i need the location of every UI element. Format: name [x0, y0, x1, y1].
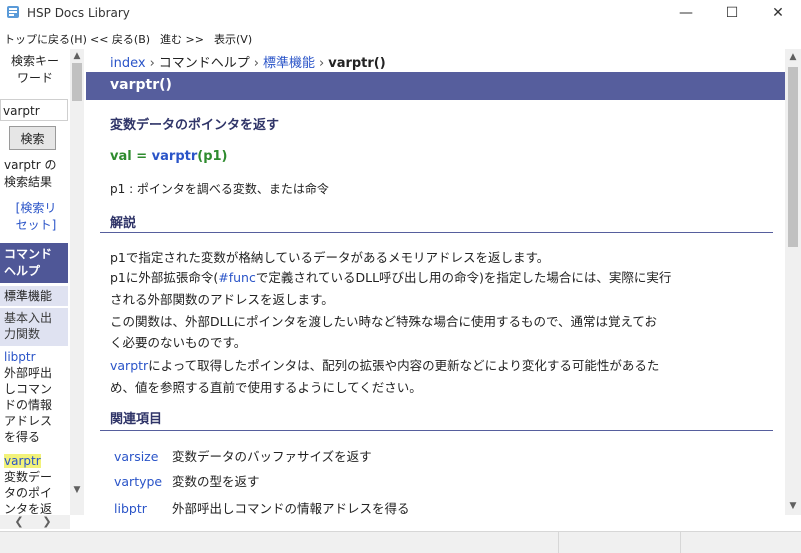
status-bar	[0, 531, 801, 553]
scroll-left-icon[interactable]: ❮	[12, 515, 26, 529]
sidebar-hscrollbar[interactable]: ❮ ❯	[0, 515, 70, 529]
sidebar-item-command-help[interactable]: コマンド ヘルプ	[0, 243, 68, 283]
basic-io-line2: 力関数	[4, 327, 41, 341]
varptr-link[interactable]: varptr	[4, 454, 41, 468]
related-desc: 変数の型を返す	[172, 474, 260, 489]
search-input[interactable]: varptr	[0, 99, 68, 121]
breadcrumb-standard-link[interactable]: 標準機能	[263, 56, 315, 71]
libptr-desc-line: アドレス	[4, 414, 53, 428]
sidebar-item-basic-io[interactable]: 基本入出 力関数	[0, 308, 68, 346]
libptr-desc-line: ドの情報	[4, 398, 53, 412]
close-button[interactable]: ✕	[755, 0, 801, 26]
maximize-button[interactable]: ☐	[709, 0, 755, 26]
varptr-desc-line: 変数デー	[4, 470, 53, 484]
app-icon	[7, 6, 19, 18]
description-line: される外部関数のアドレスを返します。	[110, 292, 334, 307]
command-help-line1: コマンド	[4, 247, 53, 261]
sidebar-scroll-thumb[interactable]	[72, 63, 82, 101]
syntax-function: varptr	[151, 149, 198, 164]
related-desc: 外部呼出しコマンドの情報アドレスを得る	[172, 501, 410, 515]
menu-view[interactable]: 表示(V)	[214, 31, 252, 47]
description-line: め、値を参照する直前で使用するようにしてください。	[110, 380, 422, 395]
sidebar-item-standard[interactable]: 標準機能	[0, 286, 68, 306]
description-line: この関数は、外部DLLにポインタを渡したい時など特殊な場合に使用するもので、通常…	[110, 314, 658, 329]
menu-top[interactable]: トップに戻る(H)	[4, 31, 87, 47]
param-description: p1 : ポインタを調べる変数、または命令	[110, 182, 329, 196]
explanation-heading: 解説	[110, 216, 137, 231]
breadcrumb-current: varptr()	[328, 56, 386, 71]
page-title: varptr()	[110, 77, 172, 93]
breadcrumb: index › コマンドヘルプ › 標準機能 › varptr()	[110, 52, 386, 71]
related-desc: 変数データのバッファサイズを返す	[172, 449, 372, 464]
varptr-inline-link[interactable]: varptr	[110, 358, 148, 373]
related-link-varsize[interactable]: varsize	[114, 449, 172, 464]
sidebar-item-varptr[interactable]: varptr 変数デー タのポイ ンタを返	[4, 453, 68, 515]
window-title: HSP Docs Library	[27, 6, 130, 20]
search-reset-line1[interactable]: [検索リ	[6, 200, 66, 217]
scroll-right-icon[interactable]: ❯	[40, 515, 54, 529]
related-item: libptr 外部呼出しコマンドの情報アドレスを得る	[114, 498, 410, 515]
description-text: p1に外部拡張命令(	[110, 270, 219, 285]
syntax: val = varptr(p1)	[110, 149, 227, 164]
related-item: varsize 変数データのバッファサイズを返す	[114, 446, 372, 465]
search-reset-link[interactable]: [検索リ セット]	[6, 200, 66, 234]
sidebar-scroll-up-icon[interactable]: ▲	[70, 51, 84, 61]
summary: 変数データのポインタを返す	[110, 118, 280, 133]
description-text: によって取得したポインタは、配列の拡張や内容の更新などにより変化する可能性がある…	[148, 358, 660, 373]
search-result-line2: 検索結果	[4, 175, 53, 189]
func-link[interactable]: #func	[218, 270, 256, 285]
status-separator	[680, 532, 681, 553]
minimize-button[interactable]: —	[663, 0, 709, 26]
related-link-libptr[interactable]: libptr	[114, 501, 172, 515]
page-title-bar: varptr()	[86, 72, 785, 100]
sidebar-scroll-down-icon[interactable]: ▼	[70, 485, 84, 495]
main-scrollbar[interactable]: ▲ ▼	[785, 49, 801, 515]
search-reset-line2[interactable]: セット]	[6, 217, 66, 234]
search-result-label: varptr の 検索結果	[4, 157, 68, 191]
main-scroll-down-icon[interactable]: ▼	[785, 501, 801, 511]
description-line: varptrによって取得したポインタは、配列の拡張や内容の更新などにより変化する…	[110, 355, 659, 374]
menu-back[interactable]: << 戻る(B)	[90, 31, 150, 47]
main-scroll-up-icon[interactable]: ▲	[785, 52, 801, 62]
libptr-desc-line: 外部呼出	[4, 366, 53, 380]
sidebar-scrollbar[interactable]: ▲ ▼	[70, 49, 84, 515]
breadcrumb-cmd-help-link[interactable]: コマンドヘルプ	[159, 56, 250, 71]
varptr-desc-line: ンタを返	[4, 502, 53, 515]
description-line: く必要のないものです。	[110, 335, 247, 350]
breadcrumb-separator: ›	[149, 56, 155, 71]
search-keyword-heading-line1: 検索キー	[10, 54, 59, 68]
status-separator	[558, 532, 559, 553]
sidebar-item-libptr[interactable]: libptr 外部呼出 しコマン ドの情報 アドレス を得る	[4, 349, 68, 445]
search-keyword-heading: 検索キー ワード	[0, 53, 70, 87]
search-result-line1: varptr の	[4, 158, 57, 172]
varptr-desc-line: タのポイ	[4, 486, 53, 500]
search-button[interactable]: 検索	[9, 126, 56, 150]
related-divider	[100, 430, 773, 431]
explanation-divider	[100, 232, 773, 233]
libptr-desc-line: しコマン	[4, 382, 53, 396]
related-item: vartype 変数の型を返す	[114, 471, 260, 490]
description-line: p1に外部拡張命令(#funcで定義されているDLL呼び出し用の命令)を指定した…	[110, 267, 671, 286]
libptr-desc-line: を得る	[4, 430, 41, 444]
breadcrumb-separator: ›	[253, 56, 259, 71]
title-bar: HSP Docs Library — ☐ ✕	[0, 0, 801, 26]
libptr-link[interactable]: libptr	[4, 350, 36, 364]
syntax-lhs: val =	[110, 149, 152, 164]
command-help-line2: ヘルプ	[4, 264, 41, 278]
menu-bar: トップに戻る(H) << 戻る(B) 進む >> 表示(V)	[0, 28, 801, 48]
search-keyword-heading-line2: ワード	[16, 71, 53, 85]
sidebar: 検索キー ワード varptr 検索 varptr の 検索結果 [検索リ セッ…	[0, 49, 70, 515]
main-content: index › コマンドヘルプ › 標準機能 › varptr() varptr() 変数デ…	[86, 49, 785, 515]
menu-forward[interactable]: 進む >>	[160, 31, 204, 47]
related-link-vartype[interactable]: vartype	[114, 474, 172, 489]
breadcrumb-index-link[interactable]: index	[110, 56, 146, 71]
related-heading: 関連項目	[110, 412, 163, 427]
description-text: で定義されているDLL呼び出し用の命令)を指定した場合には、実際に実行	[255, 270, 672, 285]
basic-io-line1: 基本入出	[4, 311, 53, 325]
breadcrumb-separator: ›	[319, 56, 325, 71]
main-scroll-thumb[interactable]	[788, 67, 798, 247]
description-line: p1で指定された変数が格納しているデータがあるメモリアドレスを返します。	[110, 250, 550, 265]
syntax-args: (p1)	[197, 149, 228, 164]
